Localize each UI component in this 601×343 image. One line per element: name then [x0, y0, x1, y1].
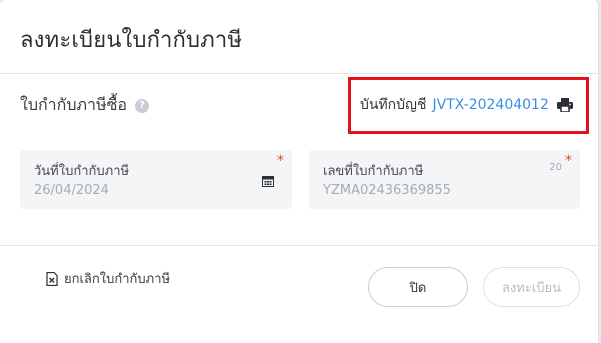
account-label: บันทึกบัญชี [360, 97, 427, 113]
invoice-number-label: เลขที่ใบกำกับภาษี [323, 164, 424, 179]
register-button[interactable]: ลงทะเบียน [483, 267, 580, 307]
cancel-invoice-link[interactable]: ยกเลิกใบกำกับภาษี [46, 268, 170, 289]
close-button[interactable]: ปิด [368, 267, 468, 307]
cancel-invoice-label: ยกเลิกใบกำกับภาษี [64, 272, 171, 287]
section-title: ใบกำกับภาษีซื้อ [20, 95, 128, 114]
question-circle-icon[interactable]: ? [135, 98, 150, 113]
dialog-title: ลงทะเบียนใบกำกับภาษี [20, 28, 243, 53]
invoice-date-field[interactable]: วันที่ใบกำกับภาษี * 26/04/2024 [20, 150, 292, 209]
required-marker: * [277, 153, 284, 169]
required-marker: * [565, 153, 572, 169]
invoice-date-value[interactable]: 26/04/2024 [34, 183, 109, 198]
section-header: ใบกำกับภาษีซื้อ ? [20, 93, 150, 118]
register-tax-invoice-dialog: ลงทะเบียนใบกำกับภาษี ใบกำกับภาษีซื้อ ? บ… [0, 0, 599, 343]
character-counter: 20 [549, 162, 562, 173]
account-record: บันทึกบัญชี JVTX-202404012 [360, 94, 573, 116]
journal-voucher-link[interactable]: JVTX-202404012 [432, 97, 548, 113]
calendar-icon[interactable] [262, 172, 274, 187]
document-x-icon [46, 271, 58, 286]
footer-divider [0, 245, 599, 246]
printer-icon[interactable] [556, 98, 573, 112]
header-divider [0, 73, 599, 74]
invoice-number-value[interactable]: YZMA02436369855 [323, 183, 451, 198]
invoice-date-label: วันที่ใบกำกับภาษี [34, 164, 130, 179]
invoice-number-field[interactable]: เลขที่ใบกำกับภาษี 20 * YZMA02436369855 [309, 150, 580, 209]
